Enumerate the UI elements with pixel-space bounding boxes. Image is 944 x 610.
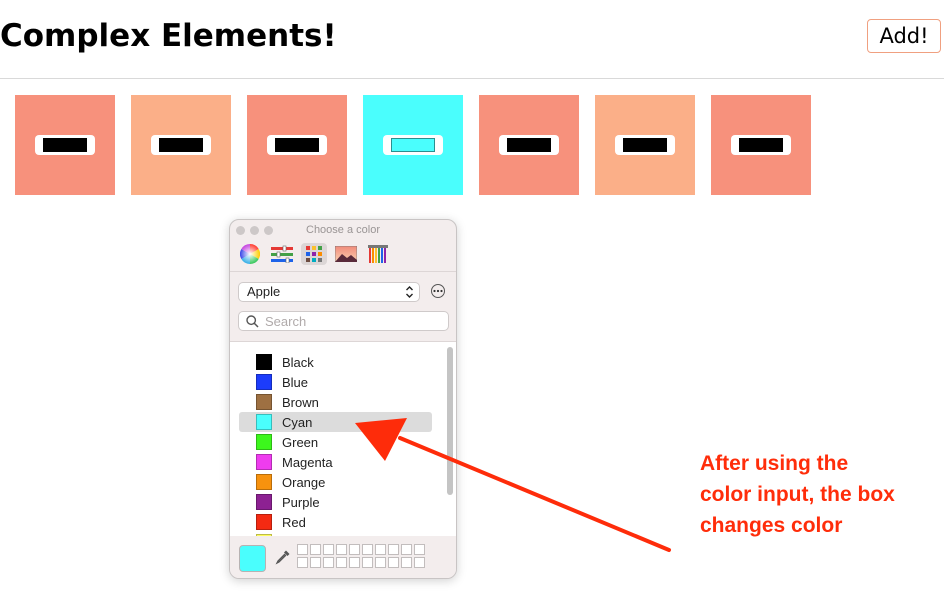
- annotation-line-3: changes color: [700, 514, 843, 537]
- annotation-line-2: color input, the box: [700, 483, 895, 506]
- annotation-text: After using the color input, the box cha…: [700, 448, 940, 541]
- annotation-line-1: After using the: [700, 452, 849, 475]
